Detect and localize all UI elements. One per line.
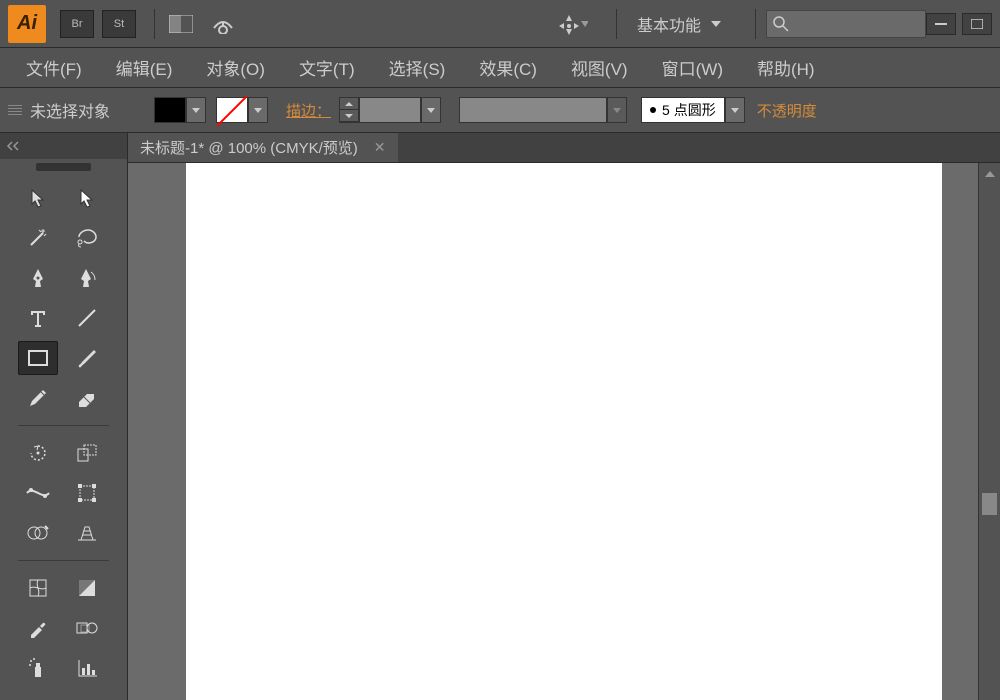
tool-separator [18, 425, 109, 426]
menu-select[interactable]: 选择(S) [375, 49, 460, 86]
workspace-switcher[interactable]: 基本功能 [627, 8, 731, 40]
stroke-control[interactable] [216, 97, 268, 123]
app-logo: Ai [8, 5, 46, 43]
document-tabs: 未标题-1* @ 100% (CMYK/预览) ✕ [128, 133, 1000, 163]
brush-value: 5 点圆形 [662, 100, 716, 120]
tools-grip[interactable] [36, 163, 91, 171]
search-icon [773, 16, 789, 32]
menu-object[interactable]: 对象(O) [192, 49, 279, 86]
mesh-tool[interactable] [18, 571, 58, 605]
brush-dot-icon [650, 107, 656, 113]
divider [755, 9, 756, 39]
menu-bar: 文件(F) 编辑(E) 对象(O) 文字(T) 选择(S) 效果(C) 视图(V… [0, 48, 1000, 88]
pencil-tool[interactable] [18, 381, 58, 415]
stroke-swatch [216, 97, 248, 123]
gpu-preview-button[interactable] [207, 10, 239, 38]
search-box[interactable] [766, 10, 926, 38]
rotate-tool[interactable] [18, 436, 58, 470]
divider [154, 9, 155, 39]
sync-settings-button[interactable] [556, 10, 588, 38]
document-tab[interactable]: 未标题-1* @ 100% (CMYK/预览) ✕ [128, 133, 398, 162]
tools-collapse[interactable] [0, 133, 127, 159]
divider [616, 9, 617, 39]
eraser-tool[interactable] [67, 381, 107, 415]
options-grip[interactable] [8, 96, 22, 124]
workspace-label: 基本功能 [637, 12, 701, 36]
workspace: 未标题-1* @ 100% (CMYK/预览) ✕ [0, 133, 1000, 700]
document-area: 未标题-1* @ 100% (CMYK/预览) ✕ [128, 133, 1000, 700]
direct-selection-tool[interactable] [67, 181, 107, 215]
width-tool[interactable] [18, 476, 58, 510]
tool-separator [18, 560, 109, 561]
canvas-viewport[interactable] [128, 163, 1000, 700]
menu-file[interactable]: 文件(F) [12, 49, 96, 86]
shape-builder-tool[interactable] [18, 516, 58, 550]
gradient-tool[interactable] [67, 571, 107, 605]
stock-button[interactable]: St [102, 10, 136, 38]
tools-panel [0, 133, 128, 700]
arrange-documents-button[interactable] [165, 10, 197, 38]
stroke-spinner[interactable] [339, 97, 359, 123]
profile-dropdown[interactable] [607, 97, 627, 123]
menu-edit[interactable]: 编辑(E) [102, 49, 187, 86]
maximize-button[interactable] [962, 13, 992, 35]
app-header: Ai Br St 基本功能 [0, 0, 1000, 48]
minimize-button[interactable] [926, 13, 956, 35]
close-icon[interactable]: ✕ [374, 139, 386, 156]
blend-tool[interactable] [67, 611, 107, 645]
type-tool[interactable] [18, 301, 58, 335]
rectangle-tool[interactable] [18, 341, 58, 375]
stroke-weight-field[interactable] [359, 97, 421, 123]
symbol-sprayer-tool[interactable] [18, 651, 58, 685]
scroll-thumb[interactable] [982, 493, 997, 515]
options-bar: 未选择对象 描边： 5 点圆形 不透明度 [0, 88, 1000, 133]
pen-tool[interactable] [18, 261, 58, 295]
paintbrush-tool[interactable] [67, 341, 107, 375]
free-transform-tool[interactable] [67, 476, 107, 510]
brush-dropdown[interactable] [725, 97, 745, 123]
artboard[interactable] [186, 163, 942, 700]
stroke-dropdown[interactable] [248, 97, 268, 123]
scroll-up-button[interactable] [979, 163, 1000, 185]
stroke-weight-label[interactable]: 描边： [286, 100, 331, 121]
lasso-tool[interactable] [67, 221, 107, 255]
menu-window[interactable]: 窗口(W) [648, 49, 737, 86]
magic-wand-tool[interactable] [18, 221, 58, 255]
menu-help[interactable]: 帮助(H) [743, 49, 829, 86]
brush-field[interactable]: 5 点圆形 [641, 97, 725, 123]
perspective-tool[interactable] [67, 516, 107, 550]
profile-field[interactable] [459, 97, 607, 123]
selection-status: 未选择对象 [30, 98, 110, 122]
graph-tool[interactable] [67, 651, 107, 685]
line-tool[interactable] [67, 301, 107, 335]
fill-control[interactable] [154, 97, 206, 123]
curvature-tool[interactable] [67, 261, 107, 295]
eyedropper-tool[interactable] [18, 611, 58, 645]
menu-effect[interactable]: 效果(C) [465, 49, 551, 86]
selection-tool[interactable] [18, 181, 58, 215]
document-tab-title: 未标题-1* @ 100% (CMYK/预览) [140, 137, 358, 158]
menu-type[interactable]: 文字(T) [285, 49, 369, 86]
opacity-label[interactable]: 不透明度 [757, 100, 817, 121]
menu-view[interactable]: 视图(V) [557, 49, 642, 86]
fill-dropdown[interactable] [186, 97, 206, 123]
vertical-scrollbar[interactable] [978, 163, 1000, 700]
fill-swatch [154, 97, 186, 123]
stroke-weight-dropdown[interactable] [421, 97, 441, 123]
scale-tool[interactable] [67, 436, 107, 470]
bridge-button[interactable]: Br [60, 10, 94, 38]
